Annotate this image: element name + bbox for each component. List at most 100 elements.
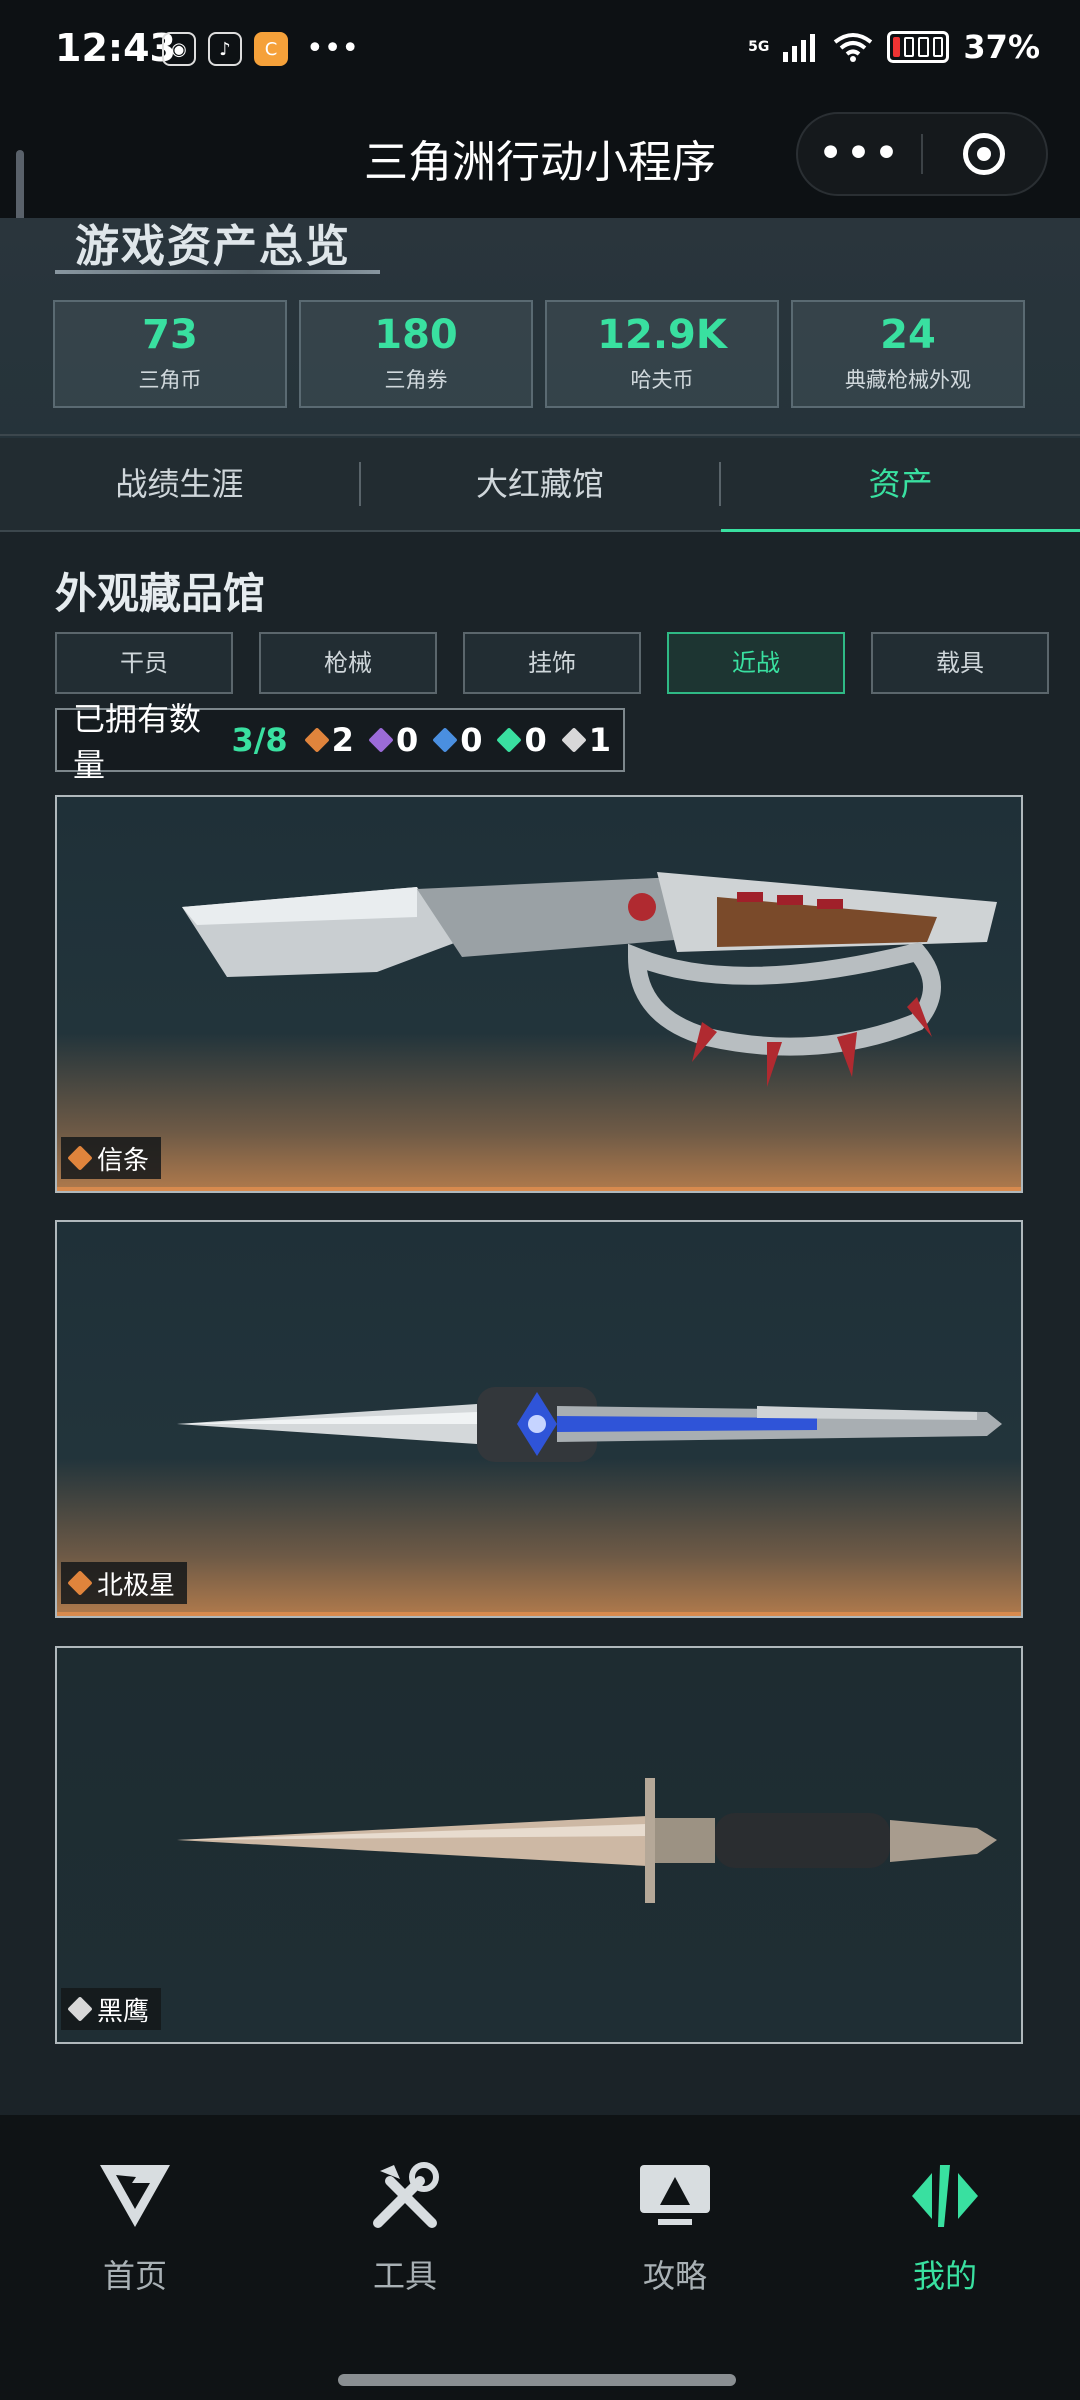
rarity-bar: [57, 1612, 1021, 1616]
status-right: 5G 37%: [748, 28, 1040, 66]
mini-program-titlebar: 三角洲行动小程序 •••: [0, 100, 1080, 218]
divider: [0, 434, 1080, 436]
bottom-nav: 首页 工具 攻略 我的: [0, 2115, 1080, 2360]
knife-image: [177, 1778, 997, 1903]
item-name: 信条: [97, 1145, 150, 1176]
rarity-bar: [57, 1187, 1021, 1191]
rarity-gold-icon: [303, 727, 330, 753]
melee-card[interactable]: 北极星: [55, 1220, 1023, 1618]
frame-corner: [57, 1648, 75, 1666]
knife-image: [177, 1387, 1002, 1462]
nav-guide[interactable]: 攻略: [575, 2157, 775, 2297]
item-name: 北极星: [97, 1570, 176, 1601]
filter-melee[interactable]: 近战: [667, 632, 845, 694]
guide-icon: [575, 2157, 775, 2235]
tab-career[interactable]: 战绩生涯: [0, 438, 359, 530]
owned-count-bar: 已拥有数量 3/8 2 0 0 0 1: [55, 700, 625, 784]
rarity-purple-icon: [368, 727, 394, 753]
gamepad-icon: ◉: [162, 32, 196, 66]
stat-card: 24 典藏枪械外观: [791, 300, 1025, 408]
frame-corner: [1003, 1648, 1021, 1666]
rarity-green-icon: [496, 727, 523, 753]
wifi-icon: [834, 33, 873, 62]
tiktok-icon: ♪: [208, 32, 242, 66]
knife-image: [182, 872, 997, 1087]
rarity-white-icon: [67, 1996, 93, 2022]
status-time: 12:43: [55, 26, 176, 70]
capsule-menu: •••: [796, 112, 1048, 196]
category-filters: 干员 枪械 挂饰 近战 载具: [55, 632, 1049, 694]
rarity-value: 0: [395, 721, 419, 759]
tab-red-collection[interactable]: 大红藏馆: [361, 438, 720, 530]
stat-label: 典藏枪械外观: [845, 368, 971, 392]
frame-corner: [57, 797, 75, 815]
stat-value: 12.9K: [597, 312, 727, 358]
tools-icon: [305, 2157, 505, 2235]
close-circle-icon: [963, 133, 1006, 175]
stat-label: 三角券: [384, 368, 448, 392]
stats-row: 73 三角币 180 三角券 12.9K 哈夫币 24 典藏枪械外观: [53, 300, 1025, 408]
rarity-value: 1: [588, 721, 611, 759]
filter-operators[interactable]: 干员: [55, 632, 233, 694]
stat-value: 24: [880, 312, 936, 358]
item-label: 黑鹰: [61, 1988, 162, 2030]
rarity-gold-icon: [67, 1570, 93, 1596]
battery-icon: [887, 31, 950, 63]
stat-card: 73 三角币: [53, 300, 287, 408]
filter-guns[interactable]: 枪械: [259, 632, 437, 694]
nav-label: 工具: [372, 2257, 437, 2295]
tab-assets[interactable]: 资产: [721, 438, 1080, 532]
profile-icon: [845, 2157, 1045, 2235]
rarity-count: 2: [303, 721, 354, 759]
stat-value: 73: [142, 312, 198, 358]
home-indicator[interactable]: [338, 2374, 736, 2386]
status-bar: 12:43 ◉ ♪ C ••• 5G 37%: [0, 0, 1080, 100]
filter-vehicles[interactable]: 载具: [871, 632, 1049, 694]
stat-value: 180: [374, 312, 458, 358]
status-app-icons: ◉ ♪ C •••: [162, 32, 359, 66]
asset-overview: 游戏资产总览 73 三角币 180 三角券 12.9K 哈夫币 24 典藏枪械外…: [0, 218, 1080, 438]
rarity-value: 2: [331, 721, 354, 759]
item-label: 北极星: [61, 1562, 188, 1604]
app-icon: C: [254, 32, 288, 66]
nav-profile[interactable]: 我的: [845, 2157, 1045, 2297]
more-notifications-icon: •••: [306, 31, 360, 66]
main-tabs: 战绩生涯 大红藏馆 资产: [0, 438, 1080, 532]
rarity-count: 0: [496, 721, 547, 759]
frame-corner: [57, 1222, 75, 1240]
network-label: 5G: [748, 39, 770, 55]
nav-label: 我的: [912, 2257, 977, 2295]
rarity-white-icon: [561, 727, 587, 753]
item-name: 黑鹰: [97, 1996, 150, 2027]
item-label: 信条: [61, 1137, 162, 1179]
stat-label: 哈夫币: [630, 368, 694, 392]
rarity-count: 0: [368, 721, 419, 759]
stat-card: 180 三角券: [299, 300, 533, 408]
nav-tools[interactable]: 工具: [305, 2157, 505, 2297]
owned-count: 3/8: [231, 721, 288, 759]
rarity-value: 0: [524, 721, 547, 759]
overview-title: 游戏资产总览: [75, 221, 351, 272]
melee-card[interactable]: 黑鹰: [55, 1646, 1023, 2044]
gallery-title: 外观藏品馆: [55, 569, 266, 618]
more-button[interactable]: •••: [798, 132, 921, 176]
nav-home[interactable]: 首页: [35, 2157, 235, 2297]
owned-label: 已拥有数量: [73, 700, 202, 784]
battery-percent: 37%: [963, 28, 1040, 66]
rarity-count: 1: [561, 721, 611, 759]
signal-icon: [783, 34, 816, 62]
nav-label: 首页: [102, 2257, 167, 2295]
stat-card: 12.9K 哈夫币: [545, 300, 779, 408]
filter-charms[interactable]: 挂饰: [463, 632, 641, 694]
rarity-value: 0: [460, 721, 483, 759]
title-underline: [55, 270, 380, 274]
rarity-blue-icon: [432, 727, 458, 753]
frame-corner: [1003, 797, 1021, 815]
rarity-gold-icon: [67, 1145, 93, 1171]
close-button[interactable]: [923, 133, 1046, 175]
frame-corner: [1003, 1222, 1021, 1240]
logo-icon: [35, 2157, 235, 2235]
nav-label: 攻略: [642, 2257, 707, 2295]
melee-card[interactable]: 信条: [55, 795, 1023, 1193]
stat-label: 三角币: [138, 368, 202, 392]
